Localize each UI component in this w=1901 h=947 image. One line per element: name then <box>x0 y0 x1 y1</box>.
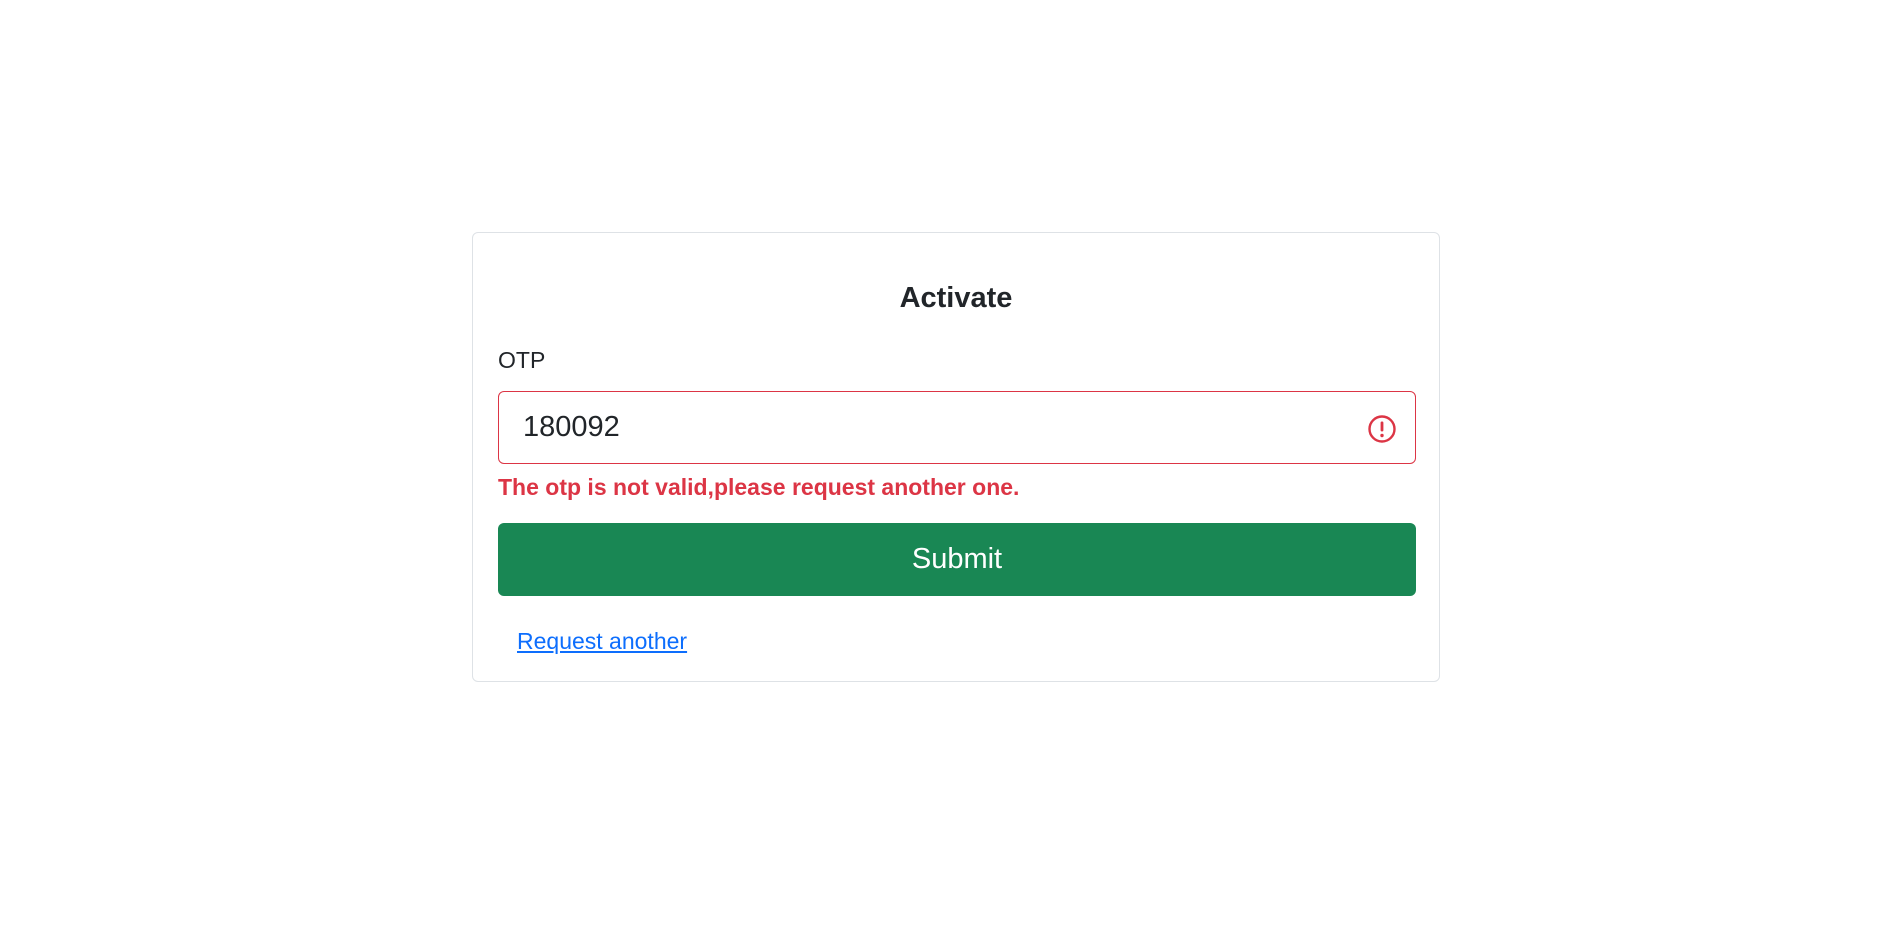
exclamation-circle-icon <box>1368 415 1396 443</box>
otp-field-wrapper <box>498 391 1416 464</box>
card-title: Activate <box>899 282 1013 314</box>
request-another-link[interactable]: Request another <box>517 625 687 657</box>
otp-error-message: The otp is not valid,please request anot… <box>498 474 1020 500</box>
otp-input[interactable] <box>499 392 1415 463</box>
submit-button[interactable]: Submit <box>498 523 1416 596</box>
otp-label: OTP <box>498 347 546 373</box>
activate-card: Activate OTP The otp is not valid,please… <box>472 232 1440 682</box>
